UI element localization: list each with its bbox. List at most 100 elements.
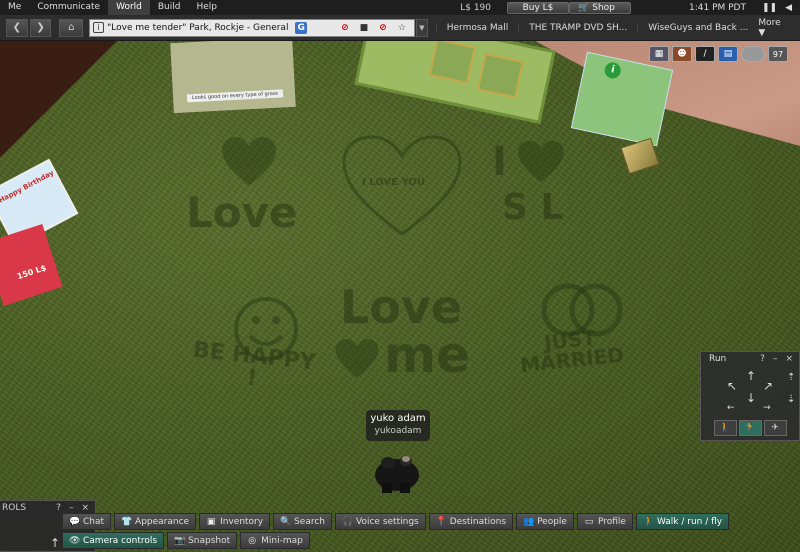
camera-icon: 📷: [174, 535, 186, 546]
shop-label: Shop: [592, 2, 615, 13]
forward-arrow-icon[interactable]: ↑: [746, 370, 756, 382]
search-label: Search: [294, 516, 326, 527]
turn-left-icon[interactable]: ↖: [727, 380, 737, 392]
chat-label: Chat: [83, 516, 105, 527]
home-button[interactable]: ⌂: [59, 18, 84, 37]
cart-icon: 🛒: [578, 2, 590, 13]
camera-controls-label: Camera controls: [83, 535, 158, 546]
mown-sl: S L: [502, 187, 564, 228]
inventory-button[interactable]: ▣ Inventory: [199, 513, 271, 530]
chevron-right-icon: ❯: [36, 22, 45, 33]
fly-up-icon[interactable]: ⇡: [787, 372, 795, 384]
hud-avatar-icon[interactable]: ☻: [672, 46, 692, 62]
mini-map-button[interactable]: ◎ Mini-map: [240, 532, 310, 549]
favorite-star-icon[interactable]: ☆: [394, 21, 410, 35]
menu-help[interactable]: Help: [188, 0, 225, 15]
toolbar-row-1: 💬 Chat 👕 Appearance ▣ Inventory 🔍 Search 🎧 Vo…: [62, 513, 800, 530]
avatar[interactable]: [372, 449, 422, 495]
menu-communicate[interactable]: Communicate: [29, 0, 108, 15]
camera-close-button[interactable]: ×: [81, 503, 89, 513]
hud-slot-icon[interactable]: ▦: [649, 46, 669, 62]
destinations-button[interactable]: 📍 Destinations: [428, 513, 514, 530]
toolbar-row-2: 👁 Camera controls 📷 Snapshot ◎ Mini-map: [62, 532, 800, 549]
back-button[interactable]: ❮: [6, 18, 28, 37]
menu-world[interactable]: World: [108, 0, 150, 15]
heart-mark: [220, 136, 278, 191]
appearance-label: Appearance: [135, 516, 190, 527]
world-view[interactable]: Looks good on every type of grass i Happ…: [0, 0, 800, 552]
movement-modes: 🚶 🏃 ✈: [701, 420, 799, 436]
volume-icon[interactable]: ◀: [785, 3, 792, 13]
hud-counter[interactable]: 97: [768, 46, 788, 62]
location-text: "Love me tender" Park, Rockje - General: [107, 22, 289, 33]
walk-mode-icon[interactable]: 🚶: [713, 420, 737, 436]
profile-icon: ▭: [584, 516, 594, 527]
people-button[interactable]: 👥 People: [516, 513, 574, 530]
build-icon[interactable]: ■: [356, 21, 372, 35]
search-button[interactable]: 🔍 Search: [273, 513, 333, 530]
location-dropdown[interactable]: ▼: [415, 18, 428, 37]
movement-arrows: ↖ ↑ ↗ ↓ ← → ⇡ ⇣: [701, 366, 799, 416]
people-icon: 👥: [523, 516, 535, 527]
snapshot-button[interactable]: 📷 Snapshot: [167, 532, 238, 549]
favorite-wiseguys[interactable]: WiseGuys and Back ...: [637, 22, 758, 33]
backward-arrow-icon[interactable]: ↓: [746, 392, 756, 404]
favorite-hermosa-mall[interactable]: Hermosa Mall: [435, 22, 518, 33]
hud-attachments: ▦ ☻ / ▤ 97: [649, 46, 788, 62]
menu-bar: Me Communicate World Build Help L$ 190 B…: [0, 0, 800, 15]
favorites-more-button[interactable]: More ▼: [758, 18, 790, 38]
search-icon: 🔍: [280, 516, 292, 527]
price-sign-label: 150 L$: [15, 263, 48, 282]
clock: 1:41 PM PDT: [689, 2, 746, 13]
fly-mode-icon[interactable]: ✈: [763, 420, 787, 436]
strafe-left-icon[interactable]: ←: [727, 402, 735, 414]
camera-controls-button[interactable]: 👁 Camera controls: [62, 532, 165, 549]
appearance-button[interactable]: 👕 Appearance: [114, 513, 197, 530]
favorite-tramp-dvd[interactable]: THE TRAMP DVD SH...: [518, 22, 637, 33]
shirt-icon: 👕: [121, 516, 133, 527]
menu-build[interactable]: Build: [150, 0, 189, 15]
pause-media-icon[interactable]: ❚❚: [762, 3, 777, 13]
camera-help-button[interactable]: ?: [56, 503, 61, 513]
pin-icon: 📍: [435, 516, 447, 527]
location-input[interactable]: i "Love me tender" Park, Rockje - Genera…: [89, 18, 415, 37]
strafe-right-icon[interactable]: →: [763, 402, 771, 414]
mini-map-label: Mini-map: [261, 535, 303, 546]
board-picture: [476, 52, 524, 99]
no-push-icon[interactable]: ⊘: [375, 21, 391, 35]
walk-icon: 🚶: [642, 516, 655, 527]
mown-me: me: [384, 326, 471, 384]
home-icon: ⌂: [68, 22, 75, 33]
camera-up-arrow-icon[interactable]: ↑: [50, 536, 62, 552]
turn-right-icon[interactable]: ↗: [763, 380, 773, 392]
grass-poster[interactable]: Looks good on every type of grass: [170, 36, 296, 114]
movement-minimize-button[interactable]: –: [773, 354, 778, 364]
run-mode-icon[interactable]: 🏃: [738, 420, 762, 436]
eye-icon: 👁: [69, 535, 81, 546]
mown-i-love-you: I LOVE YOU: [362, 177, 426, 188]
balance-display[interactable]: L$ 190: [460, 3, 491, 13]
board-picture: [428, 38, 476, 85]
no-voice-icon[interactable]: ⊘: [337, 21, 353, 35]
hud-oval-icon[interactable]: [741, 46, 765, 62]
walk-run-fly-button[interactable]: 🚶 Walk / run / fly: [635, 513, 730, 530]
heart-mark: [334, 338, 380, 383]
menu-me[interactable]: Me: [0, 0, 29, 15]
hud-wand-icon[interactable]: /: [695, 46, 715, 62]
shop-button[interactable]: 🛒 Shop: [569, 1, 631, 14]
poster-caption: Looks good on every type of grass: [186, 89, 284, 103]
chat-button[interactable]: 💬 Chat: [62, 513, 112, 530]
movement-close-button[interactable]: ×: [785, 354, 793, 364]
profile-button[interactable]: ▭ Profile: [576, 513, 633, 530]
movement-help-button[interactable]: ?: [760, 354, 765, 364]
movement-panel-header[interactable]: Run ? – ×: [701, 352, 799, 366]
snapshot-label: Snapshot: [188, 535, 231, 546]
buy-currency-button[interactable]: Buy L$: [507, 1, 569, 14]
voice-settings-button[interactable]: 🎧 Voice settings: [335, 513, 426, 530]
fly-down-icon[interactable]: ⇣: [787, 394, 795, 406]
place-info-icon[interactable]: i: [93, 22, 105, 33]
camera-minimize-button[interactable]: –: [69, 503, 74, 513]
hud-window-icon[interactable]: ▤: [718, 46, 738, 62]
forward-button[interactable]: ❯: [29, 18, 52, 37]
voice-settings-label: Voice settings: [356, 516, 419, 527]
